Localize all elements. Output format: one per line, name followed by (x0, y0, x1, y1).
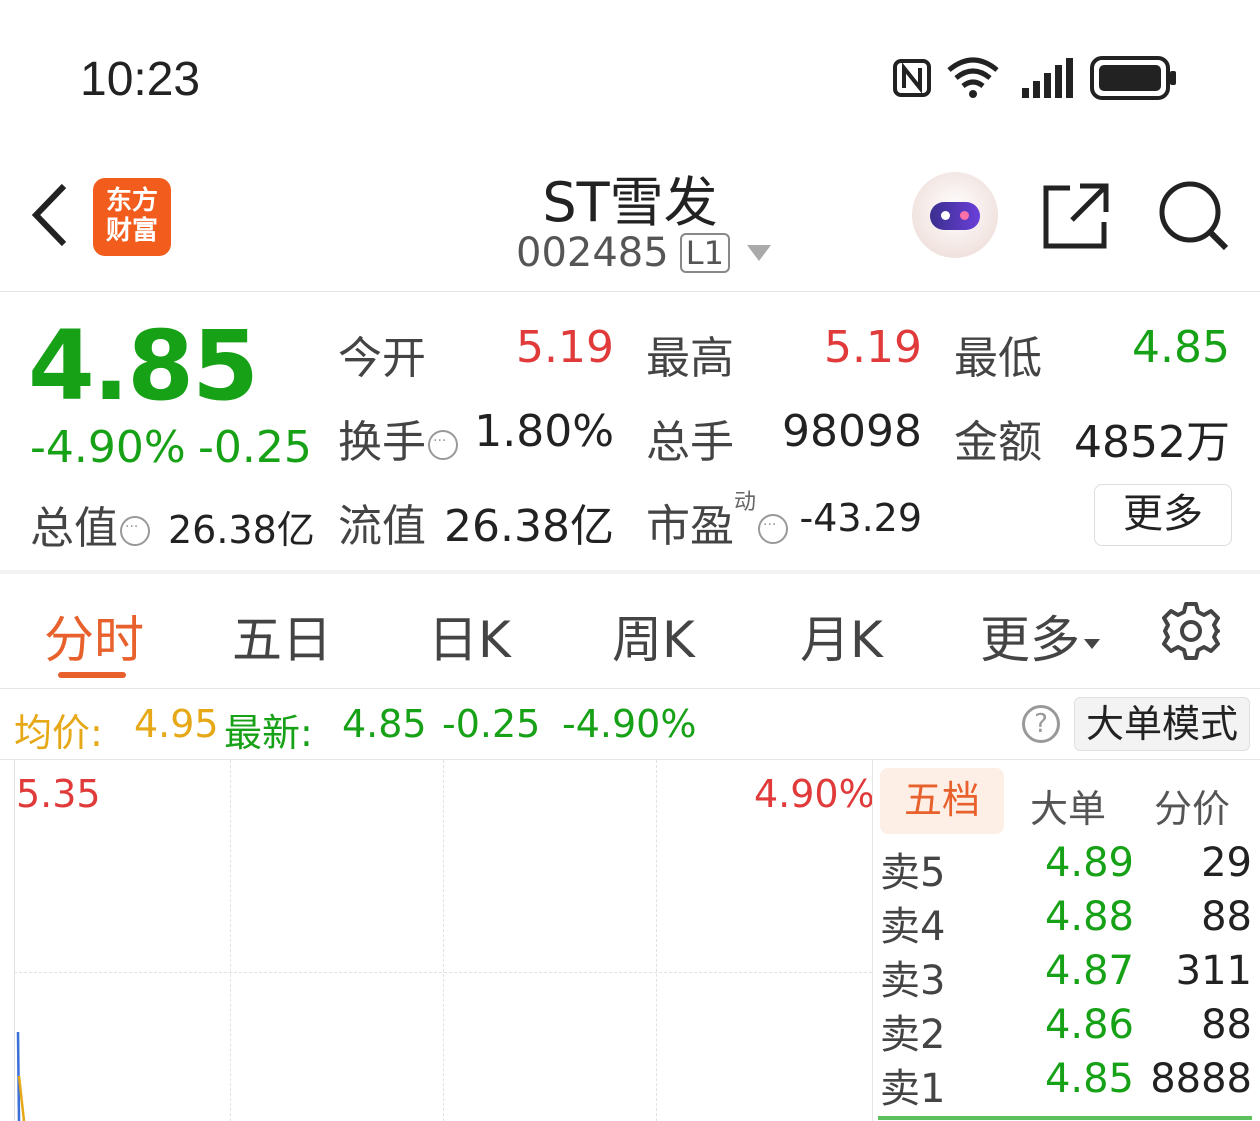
gear-icon (1162, 602, 1220, 660)
robot-face-icon (930, 202, 980, 230)
latest-change: -0.25 (442, 702, 541, 746)
stock-code-row[interactable]: 002485 L1 (516, 230, 772, 280)
turnover-label-text: 换手 (338, 417, 426, 468)
current-price: 4.85 (28, 310, 259, 422)
latest-value: 4.85 (342, 702, 427, 746)
ask-price: 4.87 (1044, 948, 1134, 994)
latest-pct: -4.90% (562, 702, 697, 746)
tab-five-day[interactable]: 五日 (232, 600, 332, 672)
ask-volume: 8888 (1150, 1056, 1252, 1102)
chart-divider (872, 760, 873, 1121)
tab-monthly-k[interactable]: 月K (800, 600, 883, 672)
tab-more[interactable]: 更多 (980, 600, 1100, 672)
info-more-icon[interactable] (758, 514, 789, 544)
avg-label: 均价: (14, 711, 103, 755)
ask-volume: 29 (1201, 840, 1252, 886)
level-badge: L1 (679, 233, 730, 273)
ai-assistant-avatar[interactable] (912, 172, 998, 258)
stock-code: 002485 (516, 230, 669, 276)
pe-value: -43.29 (799, 496, 923, 540)
orderbook-tab-big-order[interactable]: 大单 (1030, 778, 1106, 833)
total-cap-label: 总值 (30, 503, 118, 554)
ask-volume: 88 (1201, 894, 1252, 940)
low-label: 最低 (954, 333, 1042, 384)
ask-row: 卖2 4.86 88 (880, 1002, 1252, 1058)
dropdown-caret-icon (747, 245, 772, 261)
amount-label: 金额 (954, 417, 1042, 468)
tab-daily-k[interactable]: 日K (428, 600, 511, 672)
volume-label: 总手 (646, 417, 734, 468)
float-cap-label: 流值 (338, 501, 426, 552)
battery-icon (1090, 56, 1178, 100)
change-amt: -0.25 (198, 422, 312, 473)
ask-price: 4.86 (1044, 1002, 1134, 1048)
tab-weekly-k[interactable]: 周K (612, 600, 695, 672)
info-more-icon[interactable] (428, 430, 458, 460)
total-cap-value: 26.38亿 (168, 508, 315, 552)
tab-more-label: 更多 (980, 611, 1080, 669)
info-more-icon[interactable] (120, 516, 150, 546)
total-cap[interactable]: 总值 26.38亿 (30, 492, 315, 556)
chart-gridline (443, 760, 444, 1121)
ask-price: 4.85 (1044, 1056, 1134, 1102)
ask-volume: 88 (1201, 1002, 1252, 1048)
chart-gridline (14, 972, 872, 973)
ask-row: 卖3 4.87 311 (880, 948, 1252, 1004)
avg-value: 4.95 (134, 702, 219, 746)
ask-row: 卖5 4.89 29 (880, 840, 1252, 896)
chart-gridline (656, 760, 657, 1121)
volume-value: 98098 (782, 406, 922, 457)
orderbook-tab-price-dist[interactable]: 分价 (1154, 778, 1230, 833)
chart-gridline (230, 760, 231, 1121)
high-value: 5.19 (824, 322, 922, 373)
ask-volume: 311 (1175, 948, 1252, 994)
search-icon (1159, 181, 1229, 251)
chart-settings-button[interactable] (1160, 600, 1222, 662)
search-button[interactable] (1156, 178, 1232, 254)
chart-top-price: 5.35 (16, 772, 101, 816)
ask-row: 卖4 4.88 88 (880, 894, 1252, 950)
price-line (16, 1031, 26, 1121)
big-order-mode-button[interactable]: 大单模式 (1074, 697, 1250, 751)
ask-price: 4.88 (1044, 894, 1134, 940)
ask-label: 卖2 (880, 1012, 946, 1058)
help-icon[interactable]: ? (1022, 705, 1060, 743)
ask-row: 卖1 4.85 8888 (880, 1056, 1252, 1112)
ask-label: 卖3 (880, 958, 946, 1004)
pe-sup: 动 (734, 490, 757, 515)
pe-label[interactable]: 市盈动 (646, 490, 789, 554)
signal-icon (1020, 56, 1074, 100)
orderbook-tab-five-level[interactable]: 五档 (880, 768, 1004, 834)
turnover-label[interactable]: 换手 (338, 406, 458, 470)
more-button[interactable]: 更多 (1094, 484, 1232, 546)
wifi-icon (946, 56, 1000, 100)
low-value: 4.85 (1132, 322, 1230, 373)
status-time: 10:23 (80, 53, 201, 106)
open-value: 5.19 (516, 322, 614, 373)
orderbook-divider (878, 1116, 1252, 1120)
pe-label-text: 市盈 (646, 501, 734, 552)
ask-price: 4.89 (1044, 840, 1134, 886)
high-label: 最高 (646, 333, 734, 384)
caret-down-icon (1084, 638, 1100, 649)
turnover-value: 1.80% (474, 406, 614, 457)
float-cap-value: 26.38亿 (444, 501, 614, 552)
nfc-icon (892, 58, 932, 98)
amount-value: 4852万 (1074, 417, 1230, 468)
ask-label: 卖4 (880, 904, 946, 950)
share-icon (1043, 183, 1109, 249)
tab-active-indicator (58, 672, 126, 678)
latest-label: 最新: (224, 711, 313, 755)
ask-label: 卖5 (880, 850, 946, 896)
ask-label: 卖1 (880, 1066, 946, 1112)
tab-intraday[interactable]: 分时 (44, 600, 144, 672)
change-pct: -4.90% (30, 422, 186, 473)
open-label: 今开 (338, 333, 426, 384)
chart-top-pct: 4.90% (754, 772, 875, 816)
share-button[interactable] (1040, 180, 1112, 252)
